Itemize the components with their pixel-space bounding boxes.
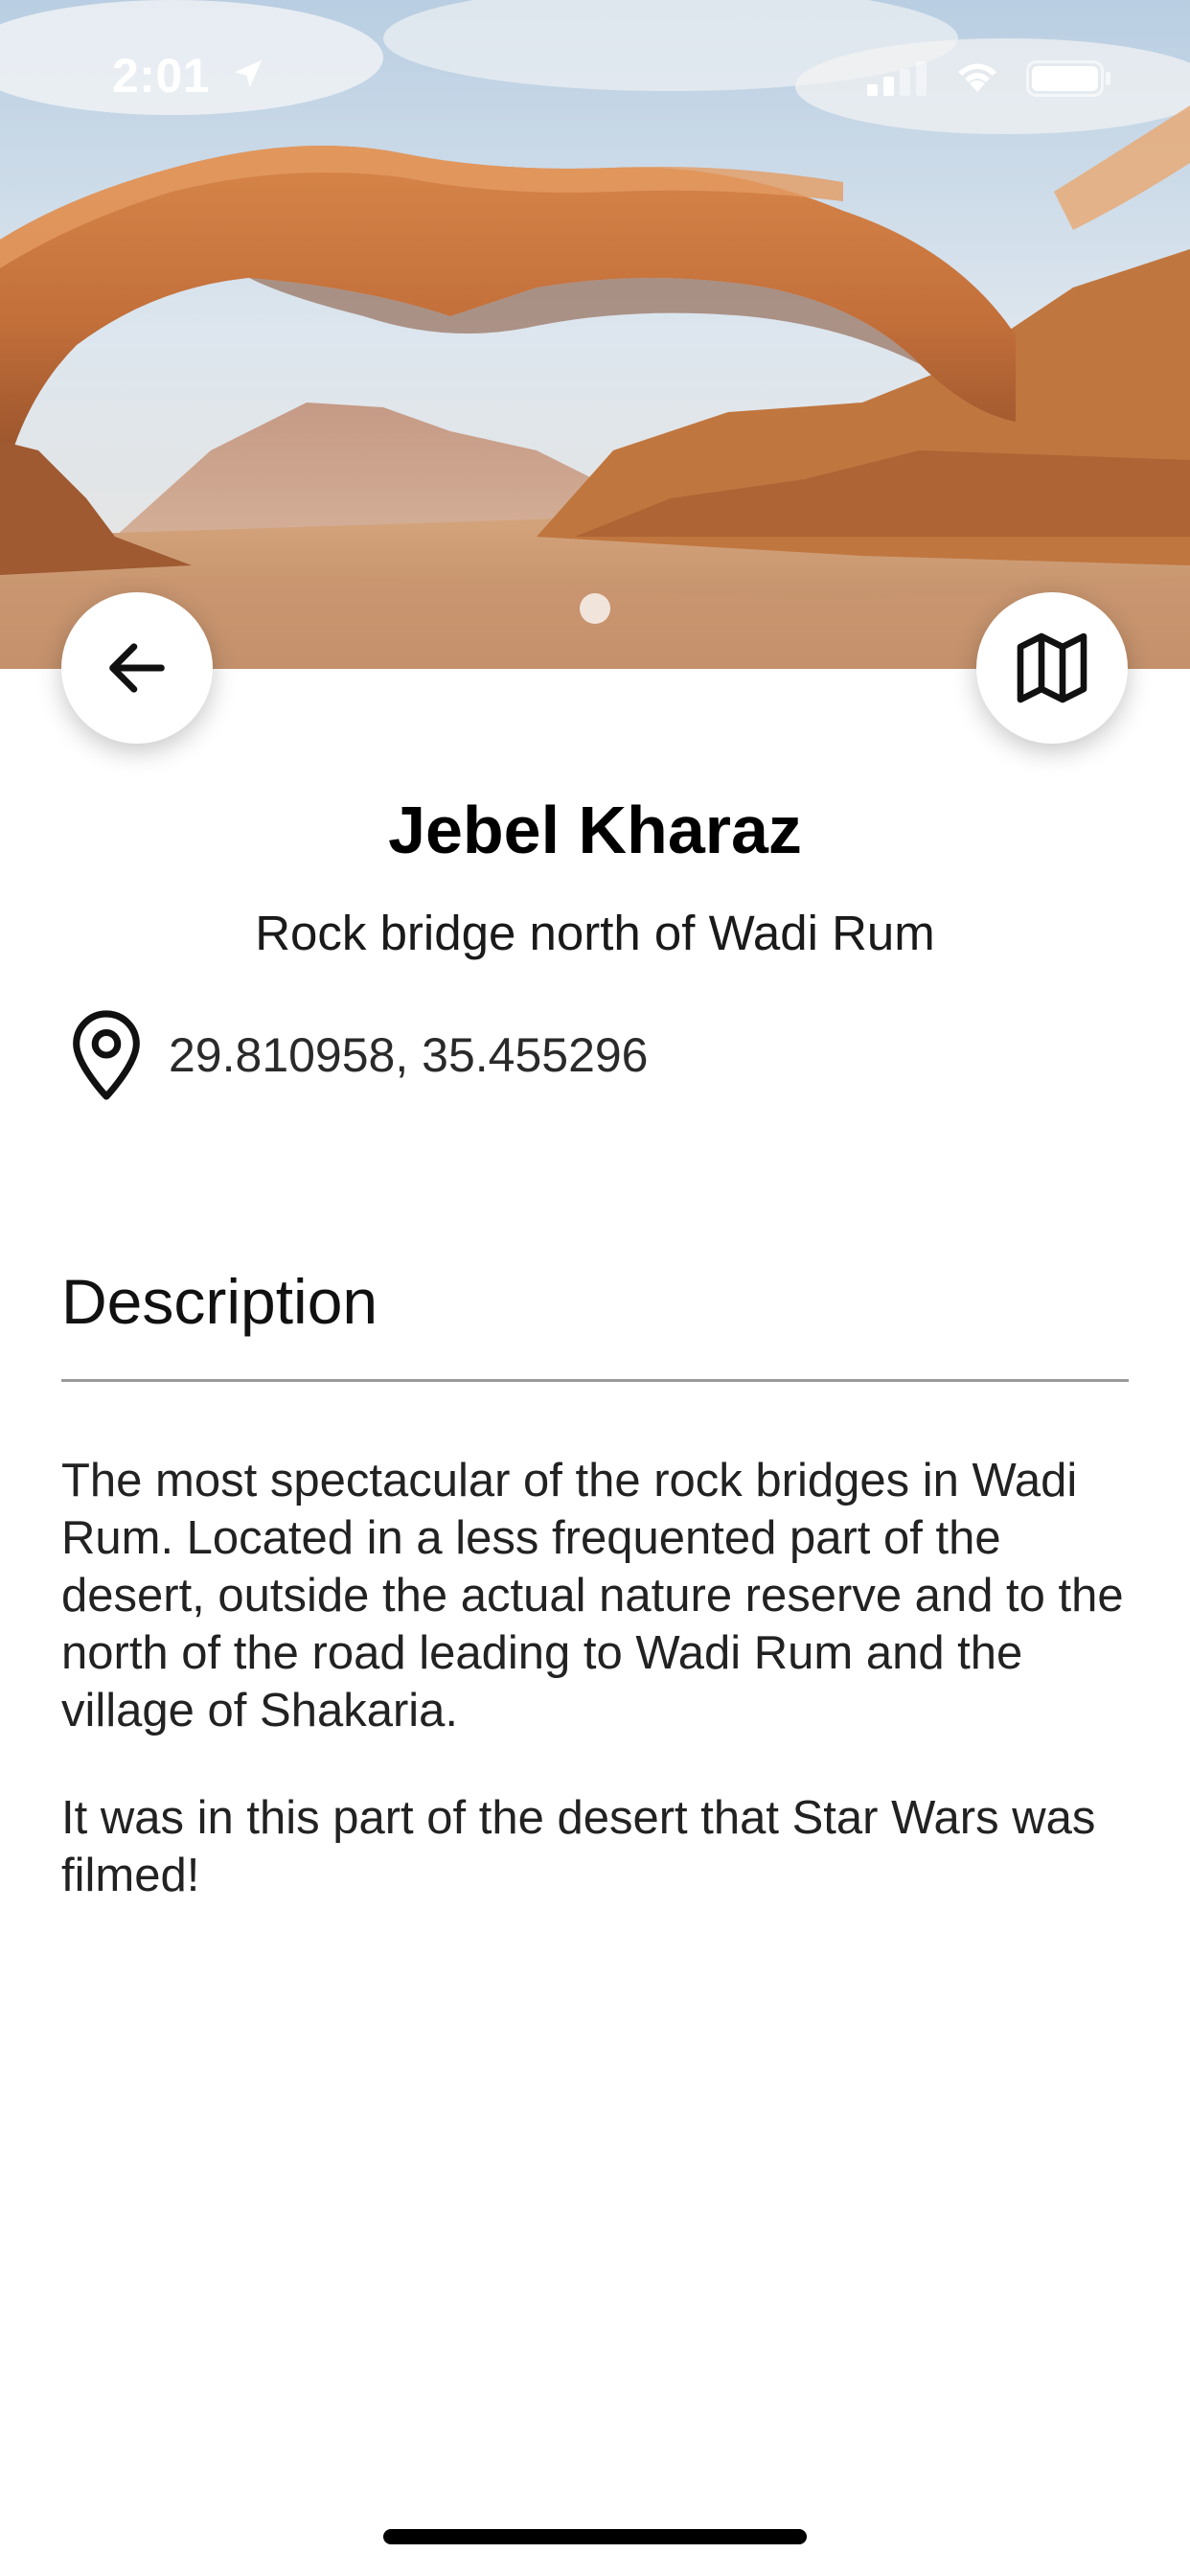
description-paragraph: It was in this part of the desert that S… xyxy=(61,1792,1096,1901)
place-detail-screen: 2:01 Jebel Kharaz Rock bridge north of W… xyxy=(0,0,1190,2576)
map-icon xyxy=(1017,632,1087,703)
carousel-page-indicator[interactable] xyxy=(580,593,610,624)
map-button[interactable] xyxy=(976,592,1128,744)
status-bar: 2:01 xyxy=(0,0,1190,153)
home-indicator[interactable] xyxy=(383,2529,807,2544)
coordinates-row[interactable]: 29.810958, 35.455296 xyxy=(61,1006,649,1104)
cellular-signal-icon xyxy=(867,61,927,96)
location-arrow-icon xyxy=(234,59,263,88)
wifi-icon xyxy=(958,63,996,92)
coordinates-text: 29.810958, 35.455296 xyxy=(169,1028,649,1082)
section-divider xyxy=(61,1379,1129,1382)
battery-icon xyxy=(1026,60,1110,97)
back-button[interactable] xyxy=(61,592,213,744)
place-title: Jebel Kharaz xyxy=(388,793,802,867)
description-paragraph: The most spectacular of the rock bridges… xyxy=(61,1455,1124,1736)
status-time: 2:01 xyxy=(112,49,211,103)
arrow-left-icon xyxy=(109,643,165,693)
description-heading: Description xyxy=(61,1266,378,1337)
place-subtitle: Rock bridge north of Wadi Rum xyxy=(255,906,935,960)
location-pin-icon xyxy=(73,1010,140,1100)
